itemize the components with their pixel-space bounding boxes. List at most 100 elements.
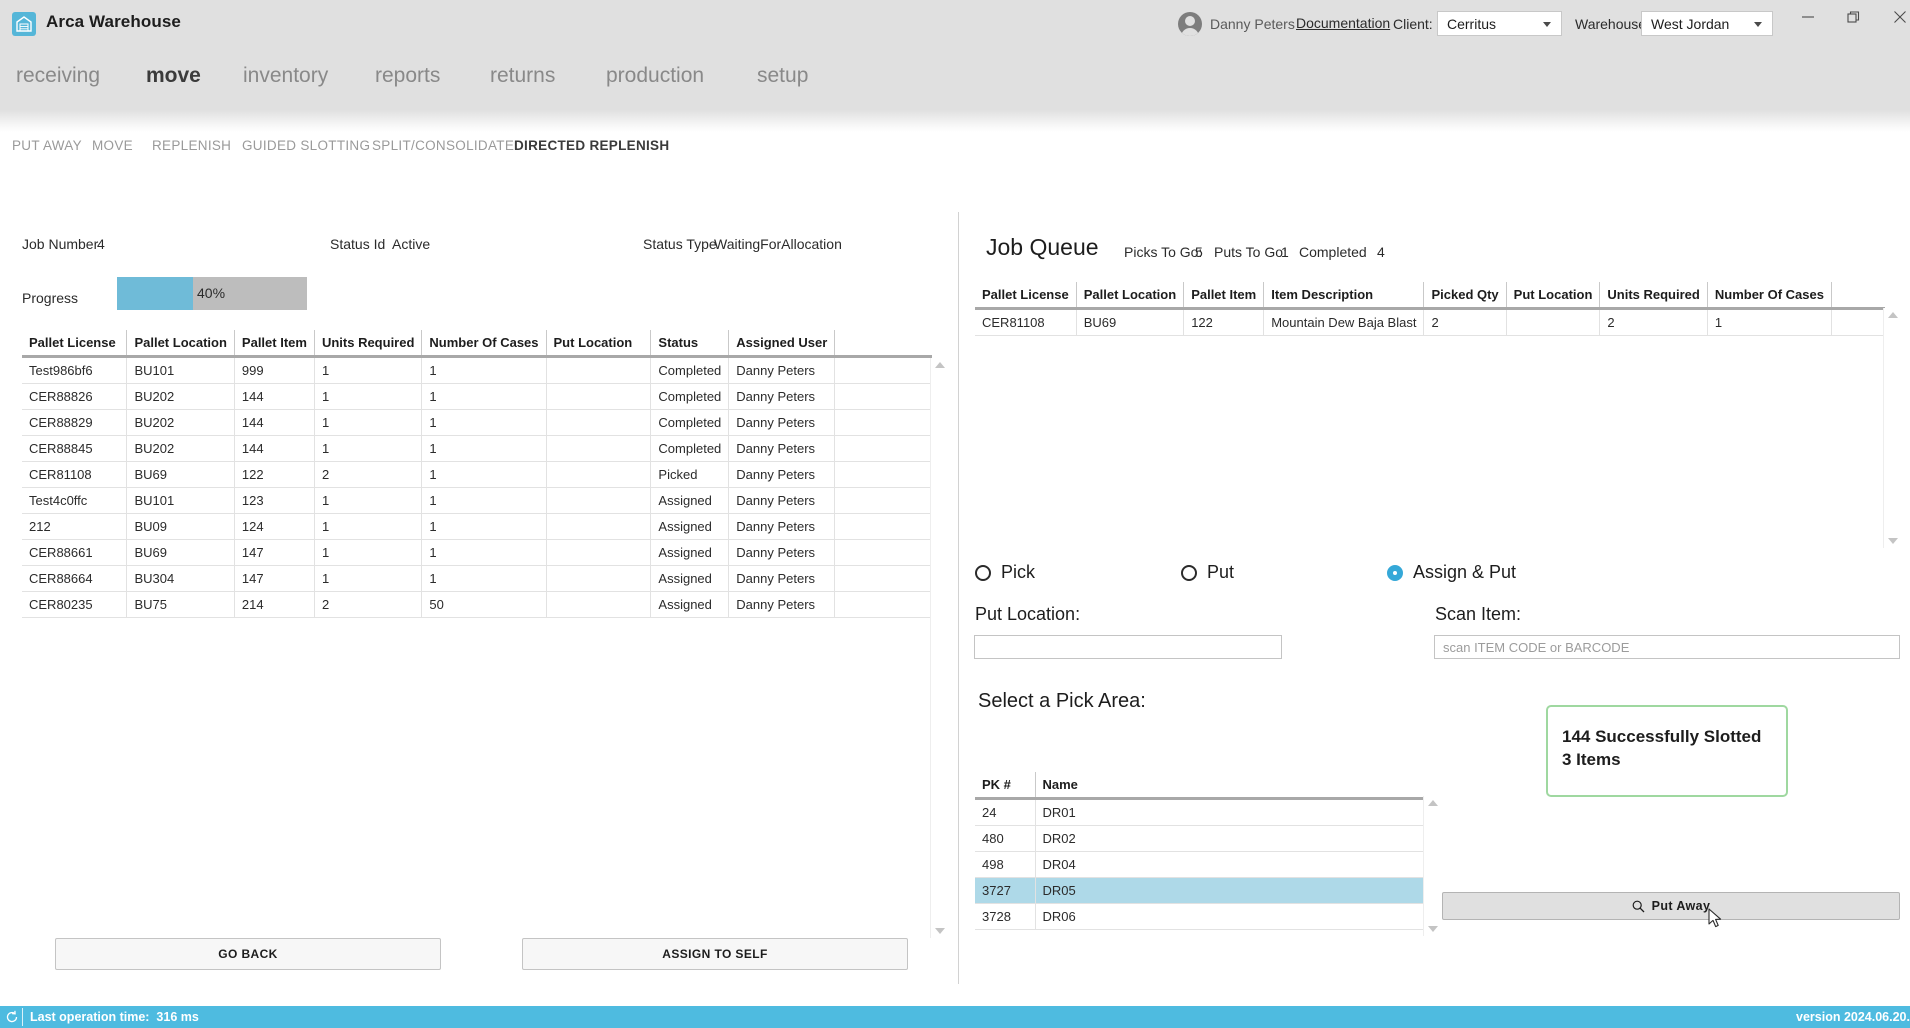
put-away-button[interactable]: Put Away <box>1442 892 1900 920</box>
table-cell <box>545 383 651 410</box>
scan-item-input[interactable] <box>1434 635 1900 659</box>
table-row[interactable]: Test986bf6 BU101 999 1 1 Completed Danny Peter… <box>22 356 932 384</box>
nav-item-setup[interactable]: setup <box>757 64 808 88</box>
warehouse-select-value: West Jordan <box>1651 16 1730 32</box>
restore-icon[interactable] <box>1832 0 1878 34</box>
table-row[interactable]: CER88661 BU69 147 1 1 Assigned Danny Peters <box>22 539 932 566</box>
status-bar-divider <box>22 1008 23 1026</box>
table-cell: 1 <box>421 565 547 592</box>
column-header[interactable] <box>834 330 932 357</box>
column-header[interactable]: Item Description <box>1263 282 1424 309</box>
status-bar: Last operation time: 316 ms version 2024… <box>0 1006 1910 1028</box>
pick-area-scrollbar[interactable] <box>1423 796 1440 936</box>
refresh-icon[interactable] <box>5 1010 19 1028</box>
radio-put[interactable]: Put <box>1181 562 1234 583</box>
radio-pick[interactable]: Pick <box>975 562 1035 583</box>
column-header[interactable]: Picked Qty <box>1423 282 1507 309</box>
column-header[interactable]: Status <box>650 330 729 357</box>
table-row[interactable]: 480 DR02 <box>975 825 1423 852</box>
table-row[interactable]: CER80235 BU75 214 2 50 Assigned Danny Peters <box>22 591 932 618</box>
table-cell: Test4c0ffc <box>22 487 127 514</box>
column-header[interactable]: PK # <box>975 772 1035 799</box>
table-row[interactable]: CER88664 BU304 147 1 1 Assigned Danny Peters <box>22 565 932 592</box>
column-header[interactable]: Pallet Location <box>1075 282 1184 309</box>
job-number-value: 4 <box>97 236 105 252</box>
table-row[interactable]: CER81108 BU69 122 Mountain Dew Baja Blast 2 2… <box>975 308 1885 336</box>
table-cell: 1 <box>313 565 422 592</box>
pick-area-table: PK # Name 24 DR01 480 DR02 498 DR04 3727 DR05 372… <box>975 772 1423 930</box>
table-row[interactable]: CER88829 BU202 144 1 1 Completed Danny Peters <box>22 409 932 436</box>
table-cell <box>834 487 932 514</box>
scroll-up-icon[interactable] <box>935 362 945 368</box>
table-cell: 124 <box>233 513 315 540</box>
job-table-scrollbar[interactable] <box>930 358 947 938</box>
table-row[interactable]: CER81108 BU69 122 2 1 Picked Danny Peters <box>22 461 932 488</box>
table-row[interactable]: 498 DR04 <box>975 851 1423 878</box>
column-header[interactable]: Number Of Cases <box>421 330 547 357</box>
column-header[interactable]: Put Location <box>545 330 651 357</box>
column-header[interactable]: Pallet Location <box>126 330 235 357</box>
table-cell: Danny Peters <box>728 461 835 488</box>
nav-item-reports[interactable]: reports <box>375 64 440 88</box>
nav-item-move[interactable]: move <box>146 64 201 88</box>
column-header[interactable]: Assigned User <box>728 330 835 357</box>
column-header[interactable]: Number Of Cases <box>1706 282 1832 309</box>
radio-assign-and-put[interactable]: Assign & Put <box>1387 562 1516 583</box>
table-cell: 1 <box>313 513 422 540</box>
client-select[interactable]: Cerritus <box>1437 11 1562 36</box>
put-location-label: Put Location: <box>975 604 1081 624</box>
table-cell: 999 <box>233 356 315 384</box>
assign-to-self-button[interactable]: ASSIGN TO SELF <box>522 938 908 970</box>
put-location-input[interactable] <box>974 635 1282 659</box>
scroll-down-icon[interactable] <box>1428 926 1438 932</box>
table-cell <box>1505 308 1600 336</box>
table-row[interactable]: CER88826 BU202 144 1 1 Completed Danny Peters <box>22 383 932 410</box>
subnav-item-put-away[interactable]: PUT AWAY <box>12 138 82 153</box>
minimize-icon[interactable] <box>1786 0 1832 34</box>
nav-item-production[interactable]: production <box>606 64 704 88</box>
subnav-item-directed-replenish[interactable]: DIRECTED REPLENISH <box>514 138 669 153</box>
table-cell: CER88664 <box>22 565 127 592</box>
subnav-item-move[interactable]: MOVE <box>92 138 133 153</box>
nav-item-inventory[interactable]: inventory <box>243 64 328 88</box>
nav-item-receiving[interactable]: receiving <box>16 64 100 88</box>
column-header[interactable]: Units Required <box>313 330 422 357</box>
warehouse-select[interactable]: West Jordan <box>1641 11 1773 36</box>
column-header[interactable] <box>1830 282 1885 309</box>
go-back-button[interactable]: GO BACK <box>55 938 441 970</box>
subnav-item-guided-slotting[interactable]: GUIDED SLOTTING <box>242 138 370 153</box>
version-label: version 2024.06.20. <box>1796 1010 1910 1024</box>
scroll-up-icon[interactable] <box>1888 312 1898 318</box>
table-cell: 122 <box>1183 308 1264 336</box>
column-header[interactable]: Put Location <box>1505 282 1600 309</box>
radio-assign-and-put-label: Assign & Put <box>1413 562 1517 582</box>
column-header[interactable]: Name <box>1034 772 1423 799</box>
table-row[interactable]: 24 DR01 <box>975 798 1423 826</box>
table-cell: Completed <box>650 356 729 384</box>
column-header[interactable]: Pallet License <box>22 330 127 357</box>
table-row[interactable]: Test4c0ffc BU101 123 1 1 Assigned Danny Peters <box>22 487 932 514</box>
table-row[interactable]: CER88845 BU202 144 1 1 Completed Danny Peters <box>22 435 932 462</box>
column-header[interactable]: Pallet Item <box>1183 282 1264 309</box>
subnav-item-split-consolidate[interactable]: SPLIT/CONSOLIDATE <box>372 138 514 153</box>
subnav-item-replenish[interactable]: REPLENISH <box>152 138 231 153</box>
puts-to-go-value: 1 <box>1281 244 1289 260</box>
scroll-down-icon[interactable] <box>1888 538 1898 544</box>
table-row[interactable]: 3728 DR06 <box>975 903 1423 930</box>
scroll-up-icon[interactable] <box>1428 800 1438 806</box>
scroll-down-icon[interactable] <box>935 928 945 934</box>
job-queue-scrollbar[interactable] <box>1883 308 1900 548</box>
column-header[interactable]: Pallet Item <box>233 330 315 357</box>
radio-indicator <box>1387 564 1403 581</box>
close-icon[interactable] <box>1878 0 1910 34</box>
table-cell: BU69 <box>1075 308 1184 336</box>
table-cell: 50 <box>421 591 547 618</box>
nav-item-returns[interactable]: returns <box>490 64 555 88</box>
documentation-link[interactable]: Documentation <box>1296 15 1390 31</box>
column-header[interactable]: Units Required <box>1599 282 1708 309</box>
table-row[interactable]: 3727 DR05 <box>975 877 1423 904</box>
column-header[interactable]: Pallet License <box>975 282 1077 309</box>
table-cell <box>545 356 651 384</box>
mouse-cursor <box>1708 908 1724 935</box>
table-row[interactable]: 212 BU09 124 1 1 Assigned Danny Peters <box>22 513 932 540</box>
